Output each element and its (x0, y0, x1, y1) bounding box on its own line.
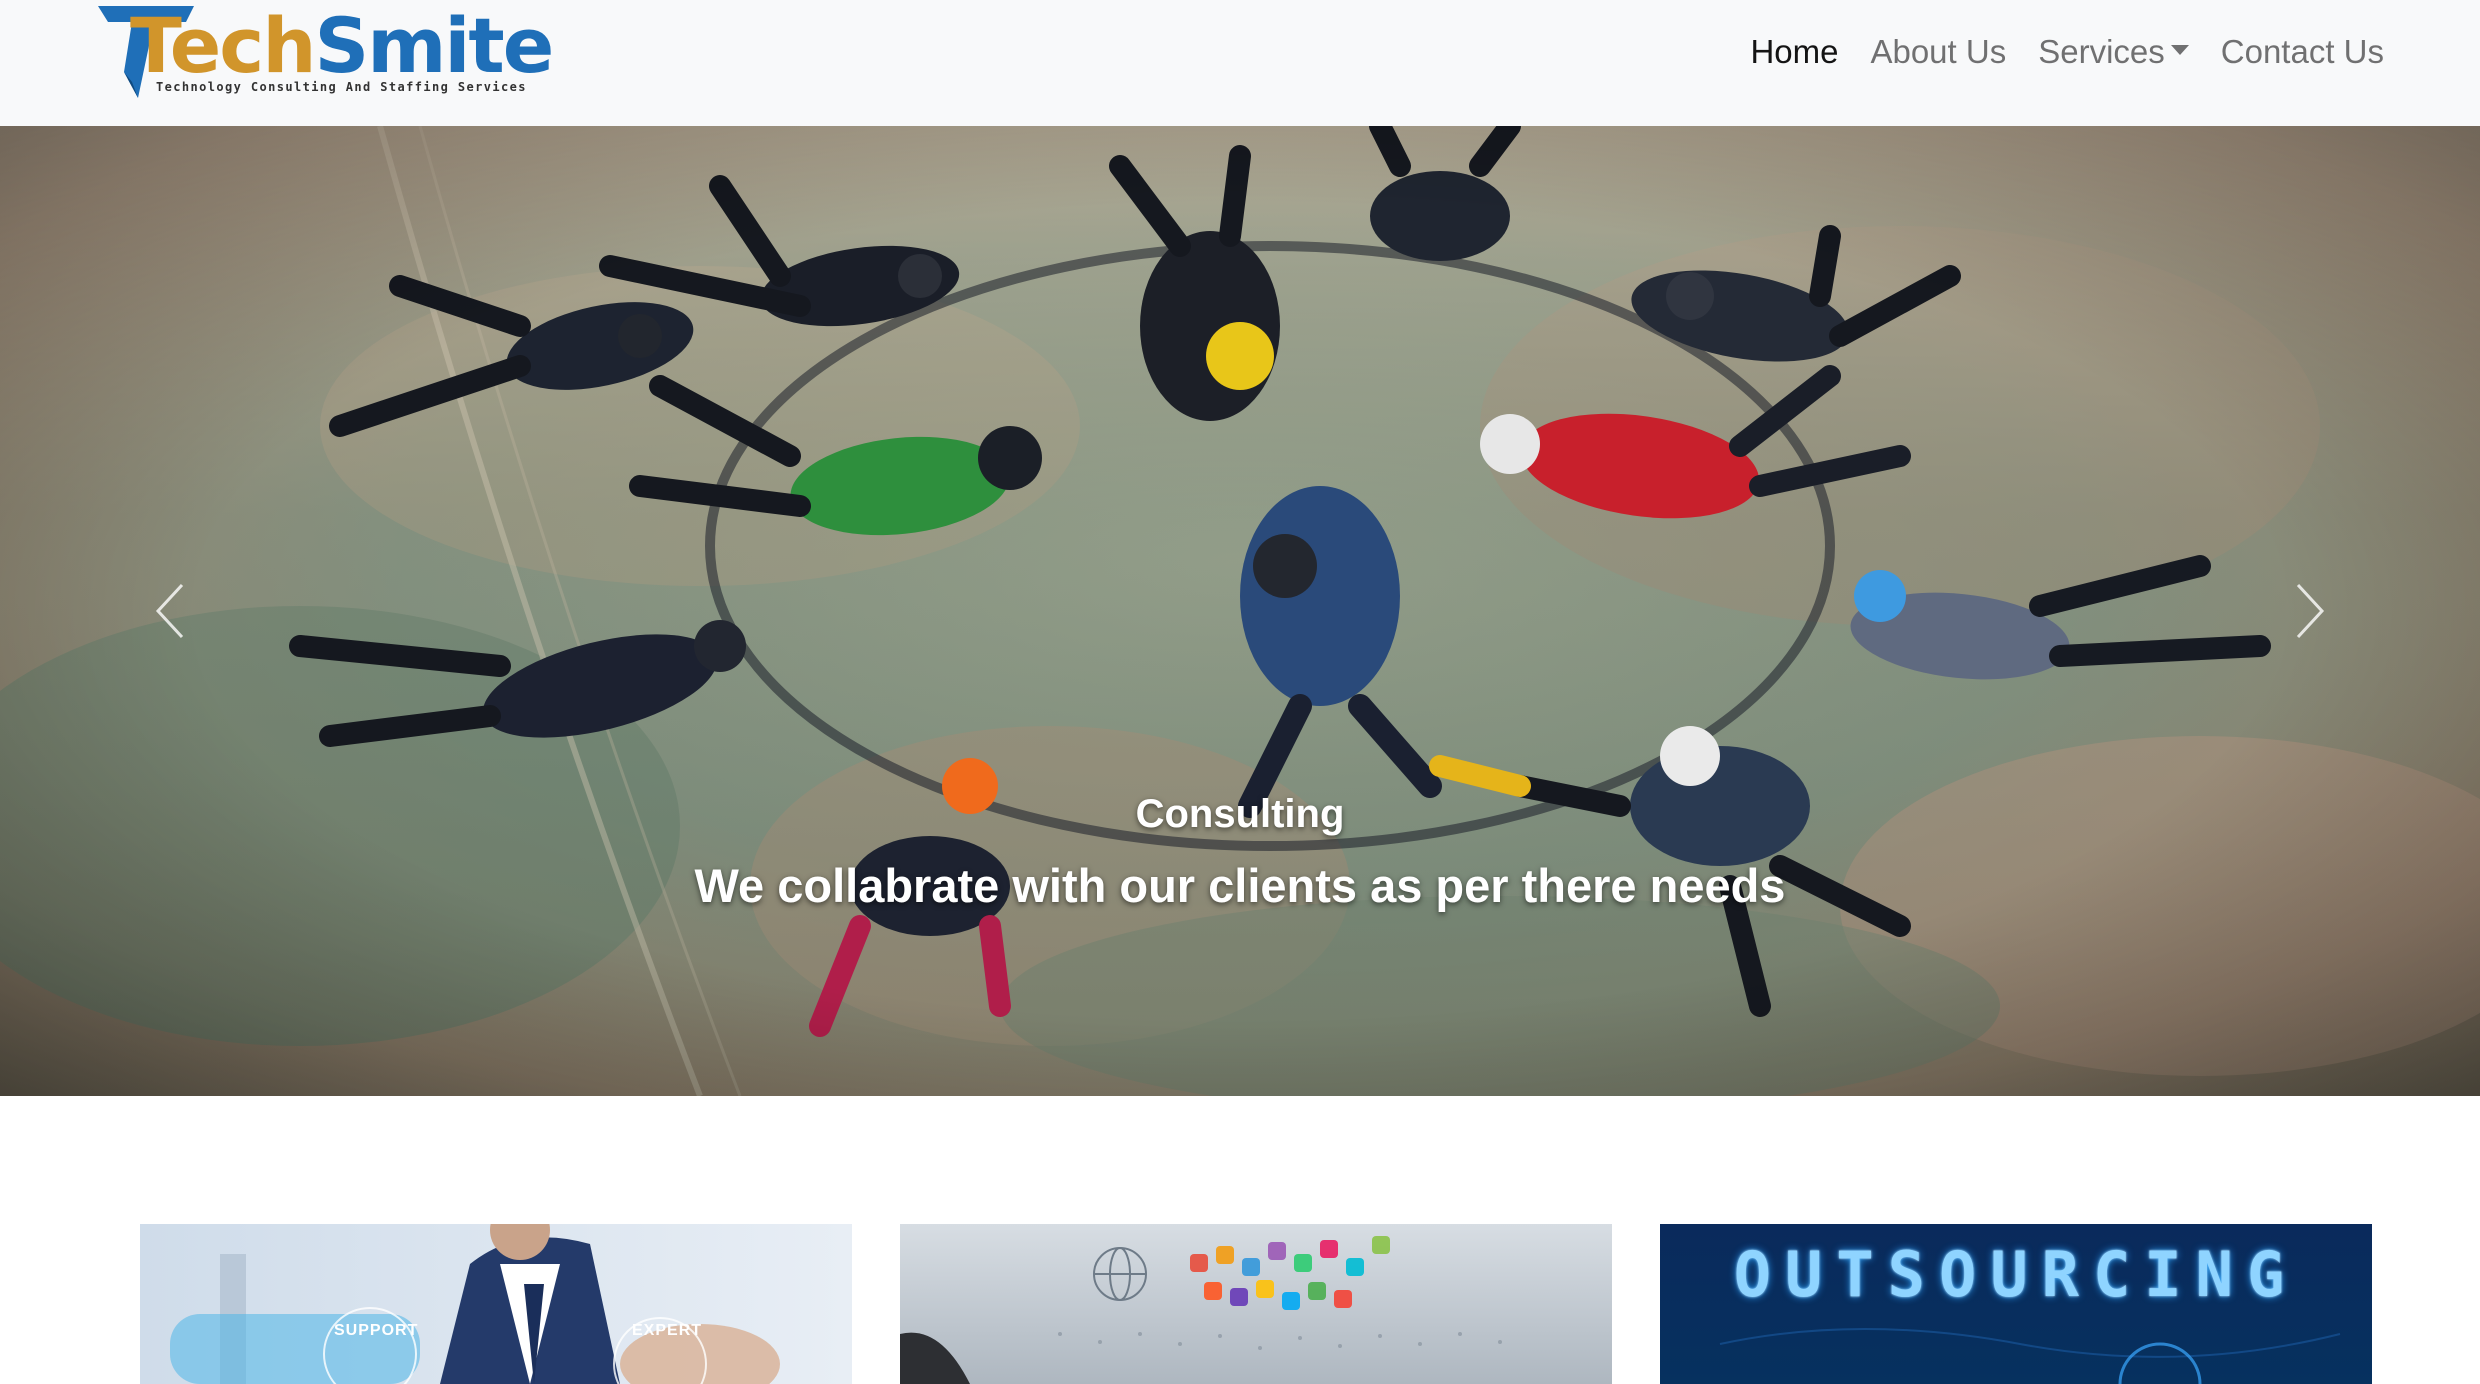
skydivers-hero-image (0, 126, 2480, 1096)
outsourcing-title: OUTSOURCING (1733, 1238, 2299, 1311)
carousel-caption-title: Consulting (1135, 792, 1345, 836)
hero-carousel: Consulting We collabrate with our client… (0, 126, 2480, 1096)
nav-services-dropdown[interactable]: Services (2022, 26, 2205, 78)
service-card-outsourcing[interactable]: OUTSOURCING (1660, 1224, 2372, 1384)
nav-contact-us[interactable]: Contact Us (2205, 26, 2400, 78)
navbar: TechSmite Technology Consulting And Staf… (0, 0, 2480, 126)
service-card-support[interactable]: SUPPORT EXPERT (140, 1224, 852, 1384)
carousel-next-button[interactable] (2140, 126, 2480, 1096)
carousel-prev-button[interactable] (0, 126, 340, 1096)
brand-name: TechSmite (130, 1, 554, 90)
nav-home[interactable]: Home (1734, 26, 1854, 78)
nav-about-us[interactable]: About Us (1854, 26, 2022, 78)
service-card-digital[interactable] (900, 1224, 1612, 1384)
brand-logo[interactable]: TechSmite Technology Consulting And Staf… (94, 2, 554, 102)
nav-services-label: Services (2038, 33, 2165, 70)
business-support-image (140, 1224, 852, 1384)
caret-down-icon (2170, 45, 2189, 55)
expert-label: EXPERT (632, 1322, 703, 1339)
brand-name-accent: Smite (314, 1, 554, 90)
support-label: SUPPORT (334, 1322, 419, 1339)
digital-network-image (900, 1224, 1612, 1384)
service-cards: SUPPORT EXPERT OUTSOURCING (0, 1096, 2480, 1384)
chevron-right-icon (2296, 583, 2325, 639)
main-nav: Home About Us Services Contact Us (1734, 26, 2400, 78)
brand-name-main: Tech (130, 1, 316, 90)
brand-tagline: Technology Consulting And Staffing Servi… (156, 80, 527, 94)
carousel-caption-text: We collabrate with our clients as per th… (694, 859, 1786, 912)
chevron-left-icon (155, 583, 184, 639)
